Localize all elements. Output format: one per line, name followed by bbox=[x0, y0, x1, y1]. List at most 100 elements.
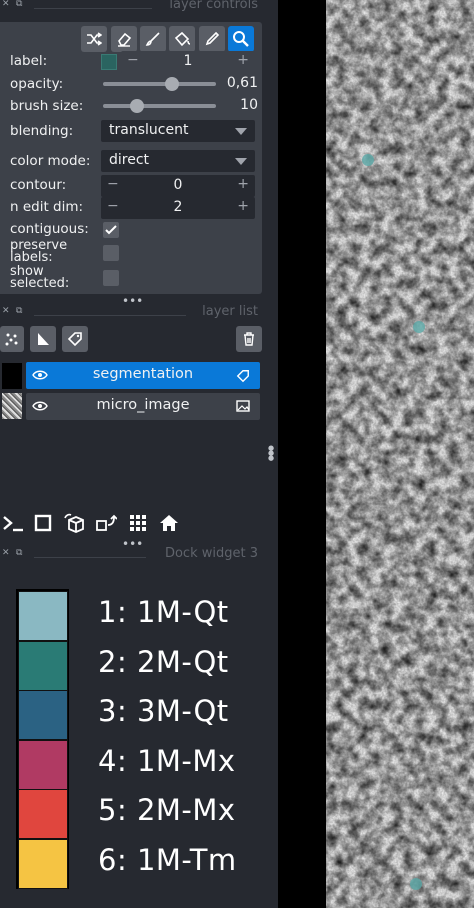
blending-dropdown[interactable]: translucent bbox=[101, 120, 255, 142]
square-icon bbox=[34, 514, 52, 532]
close-icon[interactable]: ✕ bbox=[2, 548, 10, 558]
legend-swatch bbox=[18, 591, 68, 641]
opacity-value: 0,61 bbox=[226, 75, 258, 91]
zoom-icon bbox=[233, 31, 249, 47]
increment-icon[interactable]: + bbox=[237, 176, 249, 192]
n-edit-dim-spinbox[interactable]: − 2 + bbox=[101, 197, 255, 219]
label-color-swatch bbox=[101, 54, 117, 70]
legend-label: 6: 1M-Tm bbox=[98, 842, 237, 877]
image-layer-icon bbox=[236, 400, 250, 412]
ndisplay-toggle-button[interactable] bbox=[30, 510, 56, 536]
blending-label: blending: bbox=[10, 123, 74, 139]
color-mode-value: direct bbox=[109, 152, 150, 168]
transpose-button[interactable] bbox=[93, 510, 119, 536]
preserve-labels-label: preserve labels: bbox=[10, 238, 68, 265]
new-labels-layer-button[interactable] bbox=[62, 326, 88, 352]
new-shapes-layer-button[interactable] bbox=[30, 326, 56, 352]
close-icon[interactable]: ✕ bbox=[2, 0, 10, 9]
brush-size-label: brush size: bbox=[10, 98, 84, 114]
splitter-handle[interactable]: ••• bbox=[122, 294, 143, 308]
eraser-icon bbox=[118, 32, 132, 47]
dock-widget-header: ✕ ⧉ Dock widget 3 bbox=[0, 546, 278, 563]
image-canvas[interactable] bbox=[278, 0, 474, 908]
legend-swatch bbox=[18, 640, 68, 691]
n-edit-dim-value: 2 bbox=[173, 199, 183, 215]
layer-row-micro-image[interactable]: micro_image bbox=[26, 393, 260, 420]
opacity-slider[interactable] bbox=[103, 82, 216, 86]
contour-label: contour: bbox=[10, 177, 67, 193]
label-marker bbox=[362, 154, 374, 166]
segmentation-thumbnail bbox=[2, 363, 22, 389]
brush-size-slider-handle[interactable] bbox=[129, 99, 144, 113]
contiguous-checkbox[interactable] bbox=[103, 222, 119, 238]
tag-icon bbox=[67, 332, 82, 347]
legend-label: 2: 2M-Qt bbox=[98, 644, 229, 679]
cube-icon bbox=[64, 513, 84, 533]
legend-label: 4: 1M-Mx bbox=[98, 743, 236, 778]
shuffle-icon bbox=[87, 32, 102, 46]
label-marker bbox=[410, 878, 422, 890]
micro-image-thumbnail bbox=[2, 393, 22, 419]
header-rule bbox=[34, 8, 152, 9]
delete-layer-button[interactable] bbox=[236, 326, 262, 352]
roll-dims-button[interactable] bbox=[61, 510, 87, 536]
grid-view-button[interactable] bbox=[125, 510, 151, 536]
checkmark-icon bbox=[105, 225, 117, 235]
dock-widget-title: Dock widget 3 bbox=[164, 546, 258, 561]
vertical-splitter-handle[interactable]: ● ● ● bbox=[268, 445, 274, 462]
color-mode-label: color mode: bbox=[10, 153, 91, 169]
float-icon[interactable]: ⧉ bbox=[16, 0, 22, 9]
label-value: 1 bbox=[183, 53, 193, 69]
blending-value: translucent bbox=[109, 122, 189, 138]
home-button[interactable] bbox=[156, 510, 182, 536]
close-icon[interactable]: ✕ bbox=[2, 306, 10, 316]
label-marker bbox=[413, 321, 425, 333]
contour-spinbox[interactable]: − 0 + bbox=[101, 175, 255, 197]
terminal-icon bbox=[3, 516, 23, 532]
layer-name: micro_image bbox=[96, 397, 190, 413]
points-icon bbox=[5, 333, 18, 346]
float-icon[interactable]: ⧉ bbox=[16, 306, 22, 316]
zoom-pan-button[interactable] bbox=[228, 26, 254, 52]
legend-label: 3: 3M-Qt bbox=[98, 694, 229, 728]
legend-swatch bbox=[18, 690, 68, 740]
layer-controls-header: ✕ ⧉ layer controls bbox=[0, 0, 278, 14]
brush-size-slider[interactable] bbox=[103, 104, 216, 108]
legend-label: 5: 2M-Mx bbox=[98, 793, 236, 827]
chevron-down-icon bbox=[235, 158, 247, 165]
micro-image-view bbox=[326, 0, 474, 908]
increment-icon[interactable]: + bbox=[237, 198, 249, 214]
opacity-label: opacity: bbox=[10, 76, 64, 92]
console-button[interactable] bbox=[0, 510, 26, 536]
transpose-icon bbox=[96, 514, 117, 531]
legend-swatch bbox=[18, 838, 68, 889]
legend-swatch bbox=[18, 739, 68, 790]
layer-list-header: ✕ ⧉ layer list bbox=[0, 304, 278, 321]
eraser-button[interactable] bbox=[111, 26, 137, 52]
fill-icon bbox=[174, 31, 191, 47]
picker-icon bbox=[205, 31, 220, 46]
fill-bucket-button[interactable] bbox=[169, 26, 195, 52]
chevron-down-icon bbox=[235, 128, 247, 135]
opacity-slider-handle[interactable] bbox=[164, 77, 179, 91]
label-label: label: bbox=[10, 53, 48, 69]
new-points-layer-button[interactable] bbox=[0, 326, 24, 352]
grid-icon bbox=[130, 515, 146, 531]
color-picker-button[interactable] bbox=[199, 26, 225, 52]
shuffle-colors-button[interactable] bbox=[81, 26, 107, 52]
color-mode-dropdown[interactable]: direct bbox=[101, 150, 255, 172]
paint-brush-button[interactable] bbox=[140, 26, 166, 52]
preserve-labels-checkbox[interactable] bbox=[103, 245, 119, 261]
shapes-icon bbox=[38, 333, 49, 345]
brush-icon bbox=[145, 32, 160, 46]
trash-icon bbox=[244, 332, 254, 346]
contour-value: 0 bbox=[173, 177, 183, 193]
float-icon[interactable]: ⧉ bbox=[16, 548, 22, 558]
legend-swatch bbox=[18, 789, 68, 839]
layer-name: segmentation bbox=[92, 366, 194, 382]
increment-icon[interactable]: + bbox=[237, 52, 249, 68]
contiguous-label: contiguous: bbox=[10, 221, 89, 237]
label-spinbox[interactable]: − 1 + bbox=[121, 51, 255, 73]
show-selected-checkbox[interactable] bbox=[103, 270, 119, 286]
layer-row-segmentation[interactable]: segmentation bbox=[26, 362, 260, 389]
